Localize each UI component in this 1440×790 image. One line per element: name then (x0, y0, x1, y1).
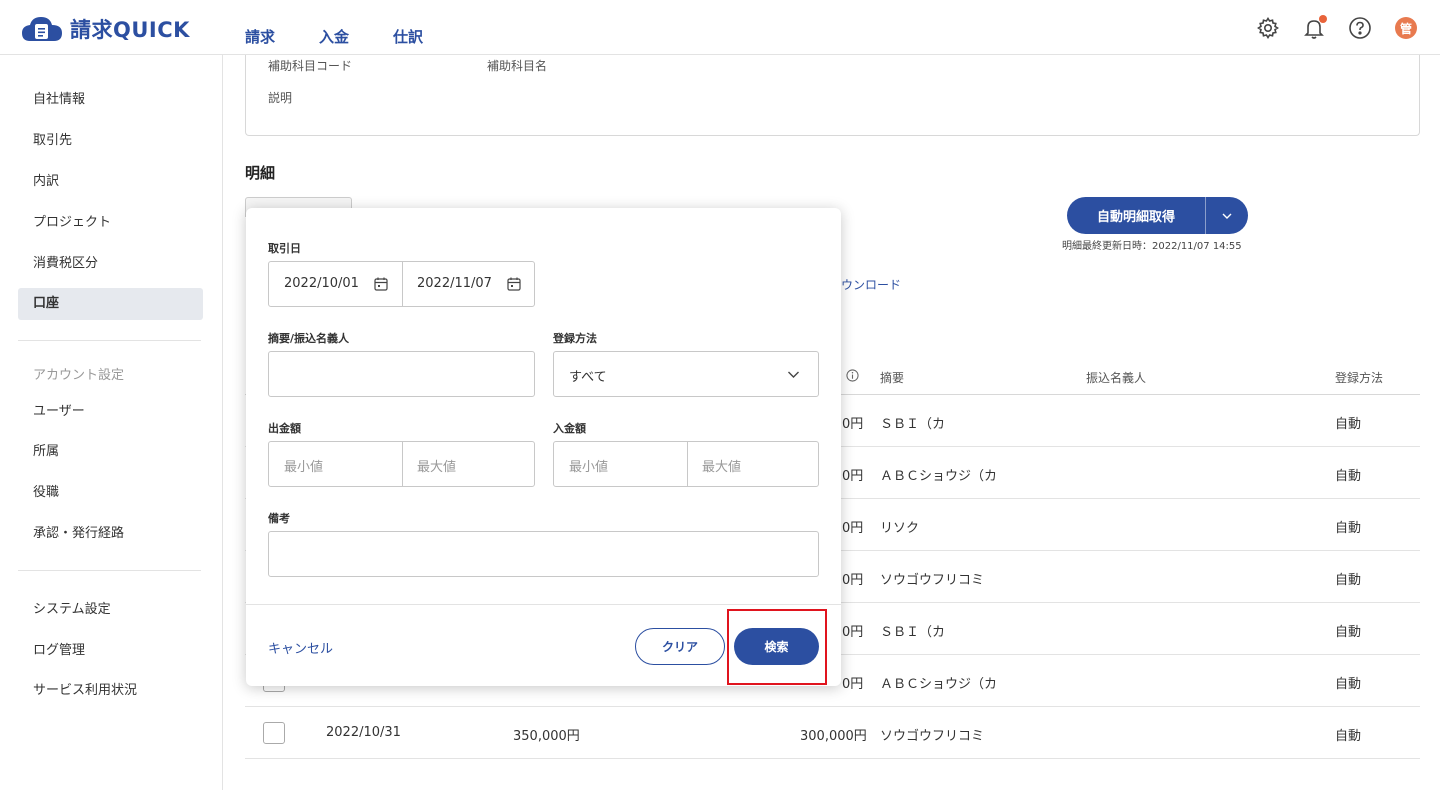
sidebar-item-accounts[interactable]: 口座 (18, 288, 203, 320)
sidebar-item-departments[interactable]: 所属 (18, 436, 203, 468)
deposit-amount: 0円 (842, 677, 864, 692)
column-header-summary: 摘要 (880, 371, 905, 385)
row-checkbox[interactable] (263, 722, 285, 744)
deposit-amount: 0円 (842, 625, 864, 640)
sidebar-divider (18, 340, 201, 341)
help-icon[interactable] (1346, 14, 1374, 42)
settings-gear-icon[interactable] (1254, 14, 1282, 42)
registration-method-value: すべて (569, 370, 607, 385)
details-section-title: 明細 (245, 164, 276, 182)
method-cell: 自動 (1335, 677, 1362, 692)
summary-cell: ＳＢＩ（カ (880, 417, 946, 432)
summary-cell: ＡＢＣショウジ（カ (880, 677, 998, 692)
date-range-picker[interactable]: 2022/10/01 2022/11/07 (268, 261, 535, 307)
withdrawal-amount: 350,000円 (513, 729, 580, 744)
deposit-amount: 300,000円 (800, 729, 867, 744)
calendar-icon[interactable] (373, 276, 389, 292)
auto-fetch-button[interactable]: 自動明細取得 (1067, 197, 1248, 234)
deposit-range: 最小値 最大値 (553, 441, 819, 487)
notification-dot (1319, 15, 1327, 23)
deposit-amount: 0円 (842, 521, 864, 536)
app-name: 請求QUICK (70, 18, 190, 42)
summary-cell: リソク (880, 521, 920, 536)
sidebar-divider (18, 570, 201, 571)
method-cell: 自動 (1335, 573, 1362, 588)
date-range-separator (402, 262, 403, 306)
header-actions: 管 (1236, 14, 1420, 42)
registration-method-label: 登録方法 (553, 332, 597, 345)
deposit-amount: 0円 (842, 417, 864, 432)
app-header: 請求QUICK 請求 入金 仕訳 管 (0, 0, 1440, 55)
info-icon[interactable] (846, 369, 859, 382)
column-header-registration-method: 登録方法 (1335, 371, 1384, 385)
deposit-amount: 0円 (842, 469, 864, 484)
deposit-min-input[interactable]: 最小値 (569, 456, 608, 475)
range-separator (402, 442, 403, 486)
column-header-payer-name: 振込名義人 (1086, 371, 1147, 385)
app-logo[interactable]: 請求QUICK (20, 14, 190, 44)
summary-cell: ソウゴウフリコミ (880, 573, 985, 588)
sidebar-item-breakdown[interactable]: 内訳 (18, 166, 203, 198)
method-cell: 自動 (1335, 417, 1362, 432)
search-button-highlight (727, 609, 827, 685)
sidebar-item-company-info[interactable]: 自社情報 (18, 84, 203, 116)
sidebar-item-system-settings[interactable]: システム設定 (18, 594, 203, 626)
sidebar: 自社情報 取引先 内訳 プロジェクト 消費税区分 口座 アカウント設定 ユーザー… (0, 55, 223, 790)
user-avatar[interactable]: 管 (1392, 14, 1420, 42)
summary-payer-input[interactable] (268, 351, 535, 397)
note-input[interactable] (268, 531, 819, 577)
date-to-value[interactable]: 2022/11/07 (417, 276, 492, 291)
nav-journal[interactable]: 仕訳 (393, 26, 423, 47)
sidebar-item-approval-route[interactable]: 承認・発行経路 (18, 518, 203, 550)
sidebar-item-clients[interactable]: 取引先 (18, 125, 203, 157)
deposit-amount-label: 入金額 (553, 422, 586, 435)
registration-method-select[interactable]: すべて (553, 351, 819, 397)
download-link[interactable]: ウンロード (841, 276, 901, 293)
cancel-button[interactable]: キャンセル (268, 638, 333, 657)
method-cell: 自動 (1335, 729, 1362, 744)
note-label: 備考 (268, 512, 290, 525)
withdrawal-min-input[interactable]: 最小値 (284, 456, 323, 475)
sub-account-code-label: 補助科目コード (268, 59, 353, 73)
clear-button[interactable]: クリア (635, 628, 725, 665)
withdrawal-max-input[interactable]: 最大値 (417, 456, 456, 475)
sub-account-name-label: 補助科目名 (487, 59, 548, 73)
sidebar-item-tax-category[interactable]: 消費税区分 (18, 248, 203, 280)
withdrawal-amount-label: 出金額 (268, 422, 301, 435)
chevron-down-icon[interactable] (1206, 212, 1248, 220)
sidebar-item-projects[interactable]: プロジェクト (18, 207, 203, 239)
nav-payment[interactable]: 入金 (319, 26, 349, 47)
method-cell: 自動 (1335, 625, 1362, 640)
sidebar-item-positions[interactable]: 役職 (18, 477, 203, 509)
modal-footer-divider (246, 604, 841, 605)
chevron-down-icon (788, 371, 799, 378)
sub-account-info-card: 補助科目コード 補助科目名 説明 (245, 55, 1420, 136)
top-nav: 請求 入金 仕訳 (245, 26, 467, 47)
sidebar-heading-account-settings: アカウント設定 (33, 368, 125, 383)
summary-cell: ＡＢＣショウジ（カ (880, 469, 998, 484)
transaction-date-label: 取引日 (268, 242, 301, 255)
description-label: 説明 (268, 91, 293, 105)
nav-invoice[interactable]: 請求 (245, 26, 275, 47)
summary-cell: ソウゴウフリコミ (880, 729, 985, 744)
notification-bell-icon[interactable] (1300, 14, 1328, 42)
summary-cell: ＳＢＩ（カ (880, 625, 946, 640)
auto-fetch-label: 自動明細取得 (1096, 210, 1175, 225)
deposit-amount: 0円 (842, 573, 864, 588)
calendar-icon[interactable] (506, 276, 522, 292)
sidebar-item-users[interactable]: ユーザー (18, 396, 203, 428)
summary-payer-label: 摘要/振込名義人 (268, 332, 350, 345)
cloud-document-logo-icon (22, 17, 62, 41)
range-separator (687, 442, 688, 486)
last-updated-text: 明細最終更新日時：2022/11/07 14:55 (1062, 241, 1242, 252)
date-from-value[interactable]: 2022/10/01 (284, 276, 359, 291)
date-cell: 2022/10/31 (326, 725, 401, 740)
sidebar-item-log-management[interactable]: ログ管理 (18, 635, 203, 667)
sidebar-item-service-usage[interactable]: サービス利用状況 (18, 675, 203, 707)
table-row[interactable]: 2022/10/31 350,000円 300,000円 ソウゴウフリコミ 自動 (245, 707, 1420, 759)
method-cell: 自動 (1335, 469, 1362, 484)
method-cell: 自動 (1335, 521, 1362, 536)
deposit-max-input[interactable]: 最大値 (702, 456, 741, 475)
withdrawal-range: 最小値 最大値 (268, 441, 535, 487)
